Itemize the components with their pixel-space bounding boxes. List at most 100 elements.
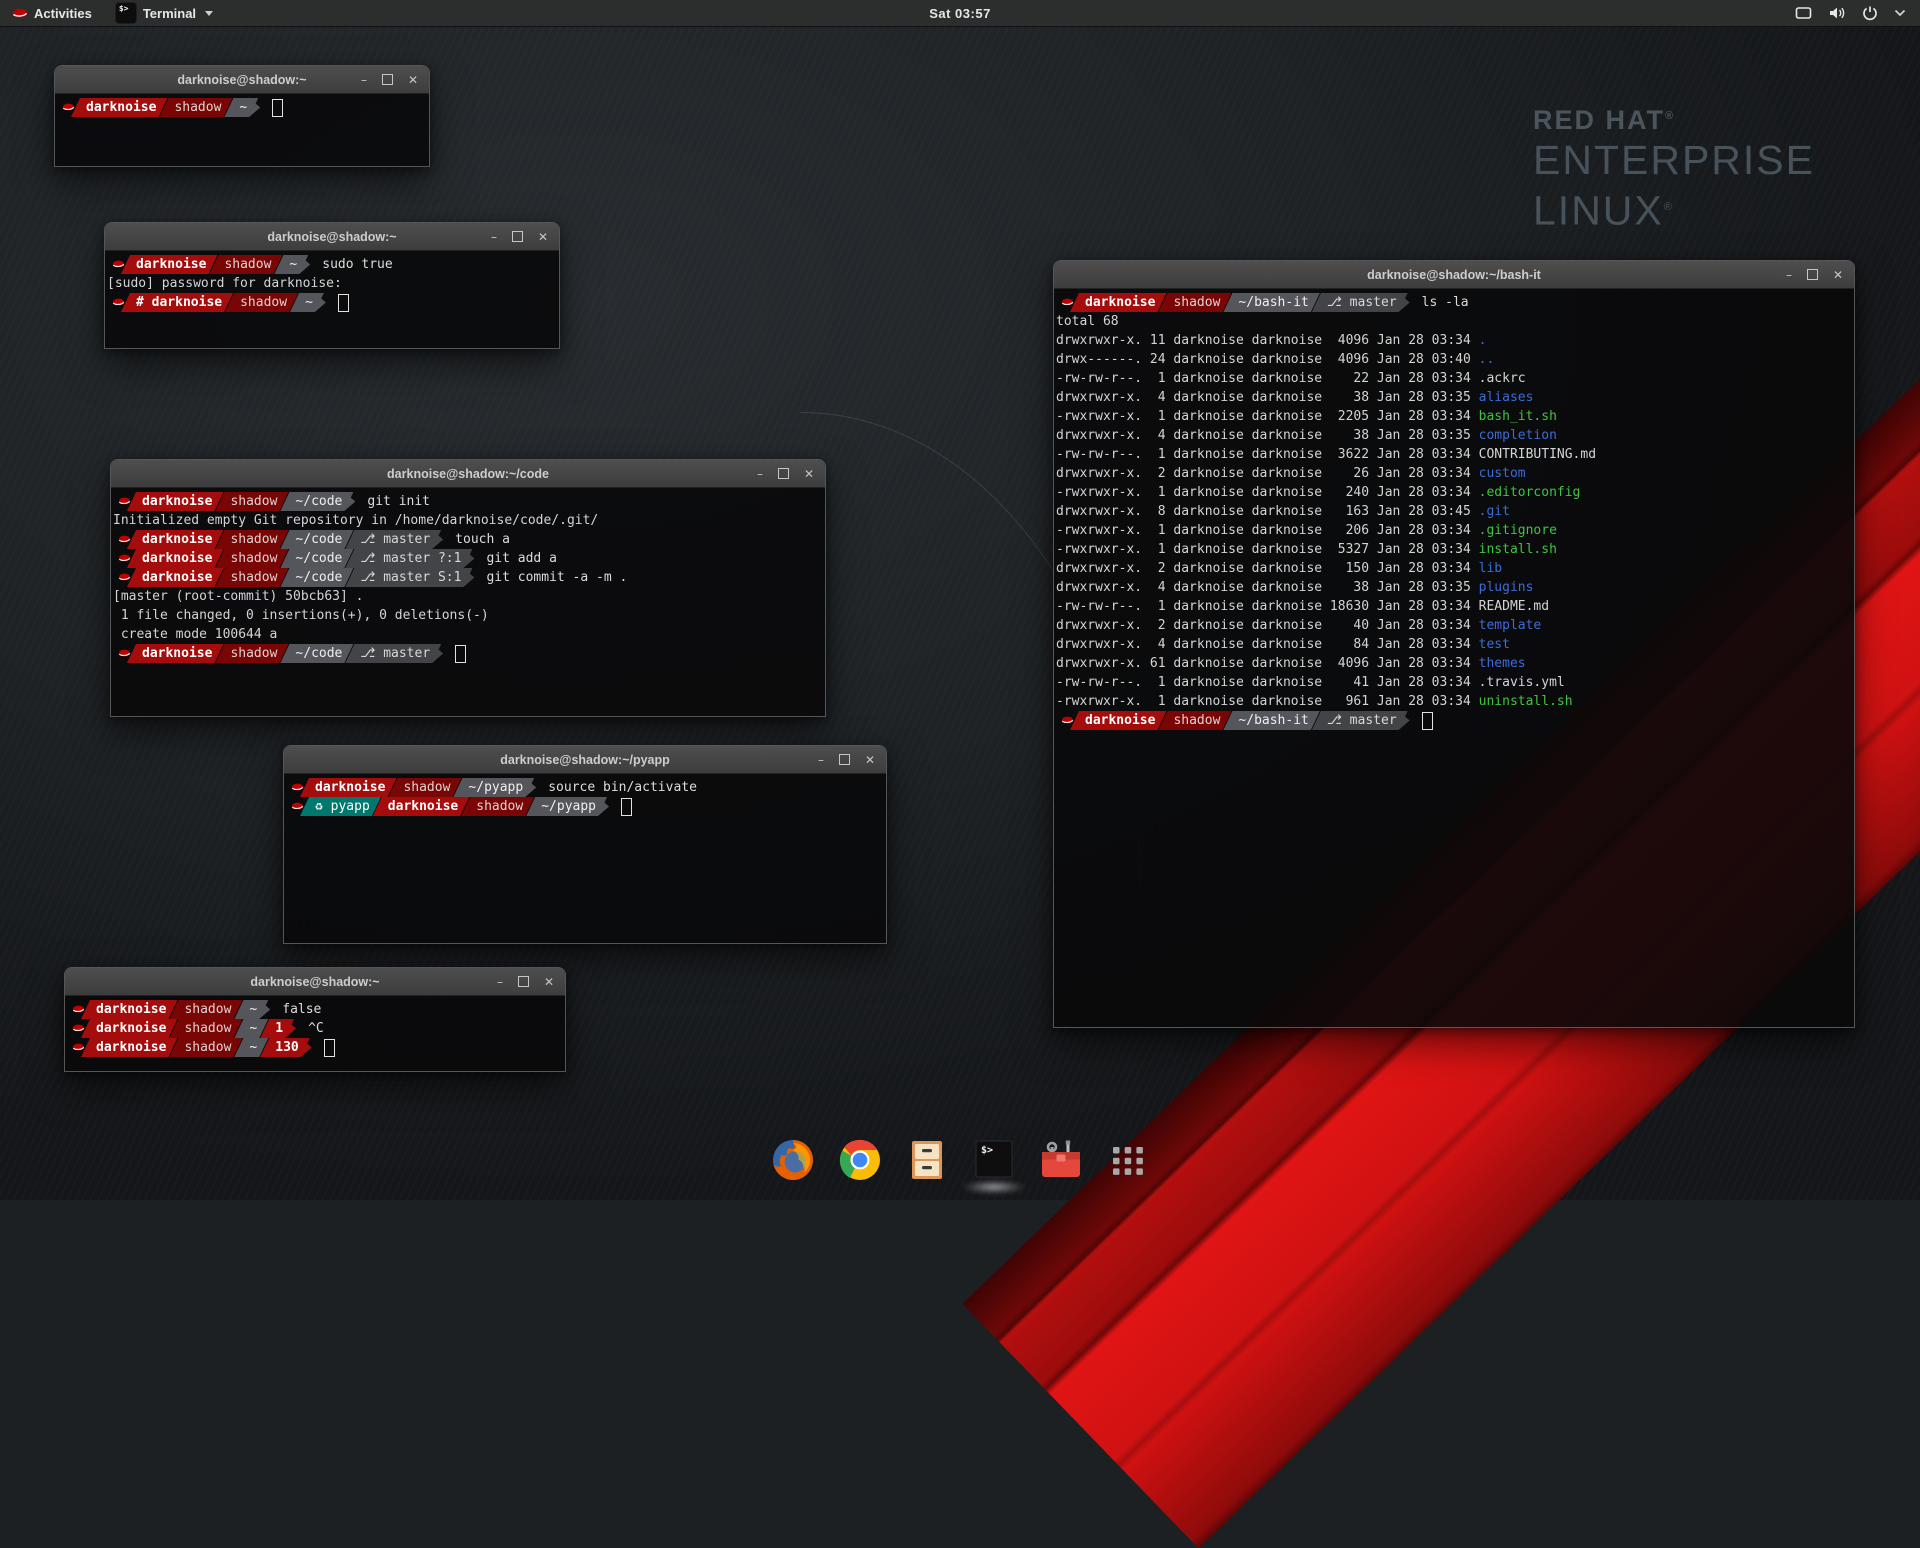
terminal-window-pyapp: darknoise@shadow:~/pyapp – ✕ darknoisesh… bbox=[283, 745, 887, 944]
titlebar[interactable]: darknoise@shadow:~ – ✕ bbox=[55, 66, 429, 94]
dock-item-toolbox[interactable] bbox=[1036, 1136, 1086, 1192]
terminal-app-icon: $> bbox=[116, 3, 136, 23]
window-controls: – ✕ bbox=[757, 460, 814, 487]
command-text: ^C bbox=[296, 1019, 324, 1038]
terminal-content[interactable]: darknoiseshadow~/pyappsource bin/activat… bbox=[284, 774, 886, 947]
system-tray[interactable] bbox=[1781, 0, 1920, 26]
terminal-cursor bbox=[455, 645, 466, 663]
prompt-segment-dir: ~/pyapp bbox=[526, 797, 607, 816]
terminal-content[interactable]: darknoiseshadow~ bbox=[55, 94, 429, 170]
minimize-button[interactable]: – bbox=[757, 468, 763, 480]
brand-line-redhat: RED HAT® bbox=[1533, 100, 1815, 137]
prompt-segment-host: shadow bbox=[225, 293, 298, 312]
close-button[interactable]: ✕ bbox=[538, 231, 548, 243]
prompt-line: ♻ pyappdarknoiseshadow~/pyapp bbox=[286, 797, 884, 816]
minimize-button[interactable]: – bbox=[361, 74, 367, 86]
ls-row: -rwxrwxr-x. 1 darknoise darknoise 961 Ja… bbox=[1056, 692, 1852, 711]
window-title: darknoise@shadow:~ bbox=[267, 230, 396, 244]
ls-filename: .ackrc bbox=[1479, 371, 1526, 386]
prompt-segment-dir: ~/code bbox=[280, 492, 353, 511]
prompt-segment-dir: ~/code bbox=[280, 549, 353, 568]
clock[interactable]: Sat 03:57 bbox=[0, 6, 1920, 21]
ls-meta: -rw-rw-r--. 1 darknoise darknoise 3622 J… bbox=[1056, 447, 1479, 462]
close-button[interactable]: ✕ bbox=[804, 468, 814, 480]
window-title: darknoise@shadow:~/pyapp bbox=[500, 753, 670, 767]
terminal-content[interactable]: darknoiseshadow~false darknoiseshadow~1^… bbox=[65, 996, 565, 1075]
titlebar[interactable]: darknoise@shadow:~ – ✕ bbox=[65, 968, 565, 996]
ls-row: drwxrwxr-x. 8 darknoise darknoise 163 Ja… bbox=[1056, 502, 1852, 521]
window-title: darknoise@shadow:~ bbox=[250, 975, 379, 989]
prompt-segment-user: darknoise bbox=[127, 549, 223, 568]
prompt-segment-dir: ~/bash-it bbox=[1223, 293, 1319, 312]
prompt-line: darknoiseshadow~/bash-it⎇ master bbox=[1056, 711, 1852, 730]
prompt-line: darknoiseshadow~/codegit init bbox=[113, 492, 823, 511]
command-text: source bin/activate bbox=[536, 778, 697, 797]
ls-meta: drwxrwxr-x. 2 darknoise darknoise 40 Jan… bbox=[1056, 618, 1479, 633]
app-menu-label: Terminal bbox=[143, 6, 196, 21]
maximize-button[interactable] bbox=[778, 468, 789, 479]
minimize-button[interactable]: – bbox=[491, 231, 497, 243]
maximize-button[interactable] bbox=[518, 976, 529, 987]
close-button[interactable]: ✕ bbox=[544, 976, 554, 988]
maximize-button[interactable] bbox=[1807, 269, 1818, 280]
prompt-line: darknoiseshadow~130 bbox=[67, 1038, 563, 1057]
terminal-content[interactable]: darknoiseshadow~sudo true[sudo] password… bbox=[105, 251, 559, 352]
prompt-segment-host: shadow bbox=[388, 778, 461, 797]
ls-row: drwxrwxr-x. 4 darknoise darknoise 38 Jan… bbox=[1056, 388, 1852, 407]
minimize-button[interactable]: – bbox=[1786, 269, 1792, 281]
prompt-segment-host: shadow bbox=[209, 255, 282, 274]
maximize-button[interactable] bbox=[839, 754, 850, 765]
close-button[interactable]: ✕ bbox=[408, 74, 418, 86]
prompt-line: darknoiseshadow~/code⎇ master ?:1git add… bbox=[113, 549, 823, 568]
dock-item-chrome[interactable] bbox=[835, 1136, 885, 1192]
window-title: darknoise@shadow:~ bbox=[177, 73, 306, 87]
dock-item-app-grid[interactable] bbox=[1103, 1136, 1153, 1192]
window-title: darknoise@shadow:~/code bbox=[387, 467, 549, 481]
prompt-segment-host: shadow bbox=[215, 530, 288, 549]
ls-meta: drwxrwxr-x. 61 darknoise darknoise 4096 … bbox=[1056, 656, 1479, 671]
dock-item-terminal[interactable]: $> bbox=[969, 1136, 1019, 1192]
window-controls: – ✕ bbox=[497, 968, 554, 995]
maximize-button[interactable] bbox=[512, 231, 523, 242]
rhel-branding: RED HAT® ENTERPRISE LINUX® bbox=[1533, 100, 1815, 235]
terminal-cursor bbox=[338, 294, 349, 312]
prompt-line: darknoiseshadow~1^C bbox=[67, 1019, 563, 1038]
ls-meta: drwxrwxr-x. 8 darknoise darknoise 163 Ja… bbox=[1056, 504, 1479, 519]
app-menu-terminal[interactable]: $> Terminal bbox=[104, 0, 225, 26]
ls-meta: drwxrwxr-x. 2 darknoise darknoise 150 Ja… bbox=[1056, 561, 1479, 576]
prompt-segment-host: shadow bbox=[215, 644, 288, 663]
ls-meta: -rwxrwxr-x. 1 darknoise darknoise 961 Ja… bbox=[1056, 694, 1479, 709]
dock-item-firefox[interactable] bbox=[768, 1136, 818, 1192]
file-cabinet-icon bbox=[903, 1136, 951, 1184]
display-icon bbox=[1795, 5, 1812, 21]
maximize-button[interactable] bbox=[382, 74, 393, 85]
minimize-button[interactable]: – bbox=[818, 754, 824, 766]
window-controls: – ✕ bbox=[491, 223, 548, 250]
prompt-line: darknoiseshadow~/code⎇ mastertouch a bbox=[113, 530, 823, 549]
activities-button[interactable]: Activities bbox=[0, 0, 104, 26]
app-grid-icon bbox=[1104, 1136, 1152, 1184]
terminal-content[interactable]: darknoiseshadow~/bash-it⎇ masterls -lato… bbox=[1054, 289, 1854, 1031]
chevron-down-icon bbox=[1894, 9, 1906, 17]
ls-row: drwxrwxr-x. 2 darknoise darknoise 26 Jan… bbox=[1056, 464, 1852, 483]
titlebar[interactable]: darknoise@shadow:~/code – ✕ bbox=[111, 460, 825, 488]
prompt-segment-host: shadow bbox=[169, 1038, 242, 1057]
ls-meta: drwxrwxr-x. 4 darknoise darknoise 38 Jan… bbox=[1056, 428, 1479, 443]
titlebar[interactable]: darknoise@shadow:~/bash-it – ✕ bbox=[1054, 261, 1854, 289]
ls-row: drwxrwxr-x. 2 darknoise darknoise 40 Jan… bbox=[1056, 616, 1852, 635]
command-text: git init bbox=[355, 492, 430, 511]
close-button[interactable]: ✕ bbox=[1833, 269, 1843, 281]
prompt-segment-user: darknoise bbox=[81, 1000, 177, 1019]
prompt-segment-dir: ~/code bbox=[280, 568, 353, 587]
titlebar[interactable]: darknoise@shadow:~/pyapp – ✕ bbox=[284, 746, 886, 774]
dock-item-files[interactable] bbox=[902, 1136, 952, 1192]
prompt-segment-host: shadow bbox=[461, 797, 534, 816]
ls-filename: template bbox=[1479, 618, 1542, 633]
terminal-content[interactable]: darknoiseshadow~/codegit initInitialized… bbox=[111, 488, 825, 720]
minimize-button[interactable]: – bbox=[497, 976, 503, 988]
titlebar[interactable]: darknoise@shadow:~ – ✕ bbox=[105, 223, 559, 251]
brand-line-linux: LINUX® bbox=[1533, 184, 1815, 235]
prompt-segment-host: shadow bbox=[169, 1000, 242, 1019]
prompt-line: darknoiseshadow~/code⎇ master bbox=[113, 644, 823, 663]
close-button[interactable]: ✕ bbox=[865, 754, 875, 766]
